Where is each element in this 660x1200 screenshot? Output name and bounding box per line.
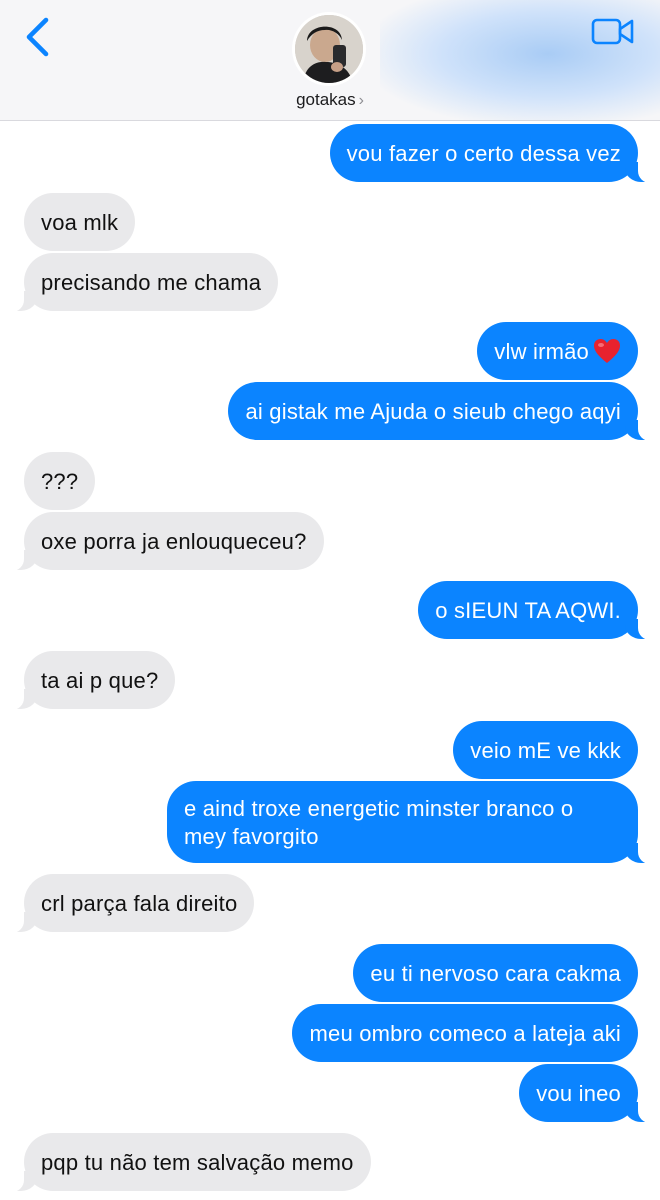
chevron-right-icon: › [358,92,364,109]
contact-avatar[interactable] [292,12,366,86]
message-text: ai gistak me Ajuda o sieub chego aqyi [245,399,621,424]
message-bubble-incoming[interactable]: voa mlk [24,193,136,251]
message-bubble-incoming[interactable]: precisando me chama [0,253,279,312]
message-bubble-outgoing[interactable]: o sIEUN TA AQWI. [418,581,660,640]
contact-name: gotakas [296,90,356,109]
message-bubble-outgoing[interactable]: vou ineo [519,1064,660,1123]
message-text: veio mE ve kkk [470,738,621,763]
facetime-video-button[interactable] [590,16,636,48]
message-bubble-incoming[interactable]: crl parça fala direito [0,874,255,933]
message-text: vou fazer o certo dessa vez [346,141,621,166]
message-text: voa mlk [41,210,119,235]
message-text: precisando me chama [41,270,262,295]
message-bubble-outgoing[interactable]: e aind troxe energetic minster branco o … [167,781,660,864]
message-list: vou fazer o certo dessa vez voa mlk prec… [0,0,660,1200]
message-text: pqp tu não tem salvação memo [41,1150,354,1175]
chevron-left-icon [26,17,49,57]
message-bubble-outgoing[interactable]: vou fazer o certo dessa vez [329,124,660,183]
message-bubble-outgoing[interactable]: meu ombro comeco a lateja aki [292,1004,638,1062]
contact-name-button[interactable]: gotakas › [0,90,660,110]
message-text: meu ombro comeco a lateja aki [309,1021,621,1046]
message-text: eu ti nervoso cara cakma [370,961,621,986]
red-heart-icon [593,338,621,371]
message-bubble-outgoing[interactable]: veio mE ve kkk [453,721,638,779]
message-bubble-outgoing[interactable]: ai gistak me Ajuda o sieub chego aqyi [228,382,660,441]
message-text: crl parça fala direito [41,891,238,916]
message-text: ta ai p que? [41,668,159,693]
message-text: ??? [41,469,79,494]
video-camera-icon [591,18,634,45]
message-text: oxe porra ja enlouqueceu? [41,529,307,554]
message-bubble-incoming[interactable]: oxe porra ja enlouqueceu? [0,512,324,571]
conversation-header: gotakas › [0,0,660,121]
back-button[interactable] [20,14,56,60]
message-bubble-incoming[interactable]: pqp tu não tem salvação memo [0,1133,371,1192]
message-bubble-outgoing[interactable]: vlw irmão [477,322,638,380]
message-bubble-incoming[interactable]: ta ai p que? [0,651,176,710]
avatar-photo [295,15,363,83]
message-bubble-outgoing[interactable]: eu ti nervoso cara cakma [353,944,638,1002]
message-text: e aind troxe energetic minster branco o … [184,796,574,849]
message-text: o sIEUN TA AQWI. [435,598,621,623]
message-text: vlw irmão [494,339,589,364]
message-bubble-incoming[interactable]: ??? [24,452,96,510]
message-text: vou ineo [536,1081,621,1106]
